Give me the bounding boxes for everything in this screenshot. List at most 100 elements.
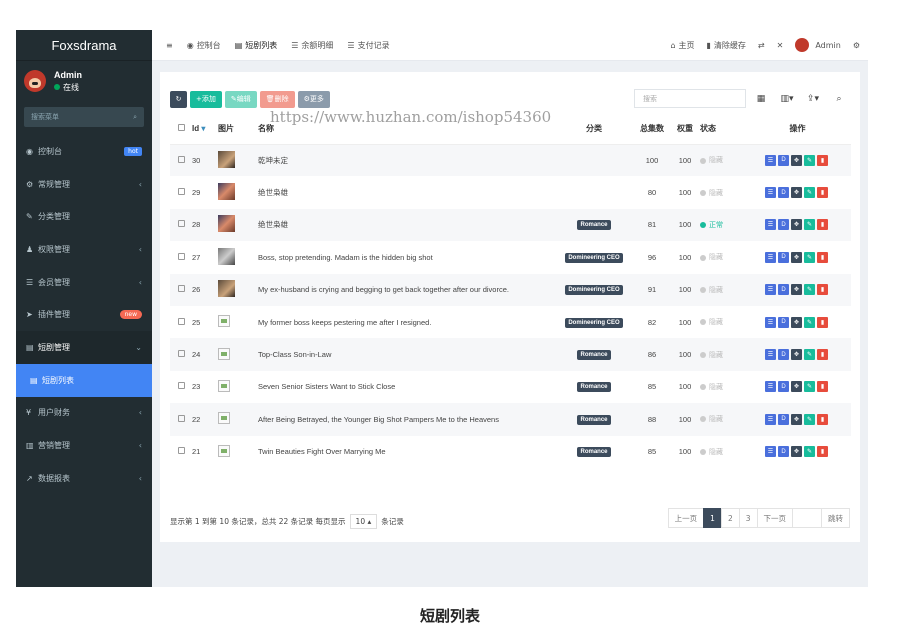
table-search-input[interactable]: 搜索	[634, 89, 746, 108]
add-button[interactable]: +添加	[190, 90, 222, 108]
edit-icon[interactable]: ✎	[804, 219, 815, 231]
sidebar-item[interactable]: ◉ 控制台 hot	[16, 135, 152, 168]
episodes-icon[interactable]: ☰	[765, 251, 776, 263]
drag-icon[interactable]: ✥	[791, 154, 802, 166]
delete-button[interactable]: 🗑删除	[259, 90, 295, 108]
delete-icon[interactable]: ▮	[817, 187, 828, 199]
episodes-icon[interactable]: ☰	[765, 284, 776, 296]
row-checkbox[interactable]	[177, 382, 185, 390]
drag-icon[interactable]: ✥	[791, 413, 802, 425]
detail-icon[interactable]: D	[778, 349, 789, 361]
tab-dashboard[interactable]: ◉ 控制台	[187, 40, 221, 51]
table-row[interactable]: 25 My former boss keeps pestering me afte…	[170, 306, 851, 338]
delete-icon[interactable]: ▮	[817, 413, 828, 425]
detail-icon[interactable]: D	[778, 154, 789, 166]
detail-icon[interactable]: D	[778, 251, 789, 263]
table-row[interactable]: 28 绝世枭雄 Romance 81 100 正常 ☰ D ✥ ✎ ▮	[170, 208, 851, 242]
header-id[interactable]: Id ▾	[192, 114, 218, 145]
episodes-icon[interactable]: ☰	[765, 219, 776, 231]
prev-page-button[interactable]: 上一页	[667, 508, 705, 528]
sidebar-item[interactable]: ⚙ 常规管理 ‹	[16, 168, 152, 201]
gears-icon[interactable]: ⚙	[853, 41, 860, 50]
sidebar-search-input[interactable]: 搜索菜单 ⌕	[24, 107, 144, 127]
edit-icon[interactable]: ✎	[804, 349, 815, 361]
detail-icon[interactable]: D	[778, 284, 789, 296]
page-1-button[interactable]: 1	[703, 508, 722, 528]
detail-icon[interactable]: D	[778, 219, 789, 231]
sidebar-item[interactable]: ▥ 营销管理 ‹	[16, 429, 152, 462]
row-checkbox[interactable]	[177, 252, 185, 260]
page-2-button[interactable]: 2	[720, 508, 740, 528]
table-row[interactable]: 27 Boss, stop pretending. Madam is the hi…	[170, 241, 851, 273]
more-button[interactable]: ⚙更多	[297, 90, 330, 108]
table-row[interactable]: 23 Seven Senior Sisters Want to Stick Clo…	[170, 371, 851, 403]
edit-icon[interactable]: ✎	[804, 154, 815, 166]
delete-icon[interactable]: ▮	[817, 284, 828, 296]
sidebar-item[interactable]: ✎ 分类管理	[16, 200, 152, 233]
fullscreen-icon[interactable]: ✕	[777, 41, 784, 50]
sidebar-item[interactable]: ♟ 权限管理 ‹	[16, 233, 152, 266]
sidebar-item[interactable]: ▤ 短剧管理 ⌄	[16, 331, 152, 364]
edit-icon[interactable]: ✎	[804, 251, 815, 263]
episodes-icon[interactable]: ☰	[765, 413, 776, 425]
jump-button[interactable]: 跳转	[821, 508, 850, 528]
next-page-button[interactable]: 下一页	[756, 508, 793, 528]
clear-cache-button[interactable]: ▮ 清除缓存	[707, 40, 746, 51]
edit-icon[interactable]: ✎	[804, 381, 815, 393]
sidebar-item[interactable]: ➤ 插件管理 new	[16, 298, 152, 331]
cover-image[interactable]	[218, 280, 235, 298]
cover-image[interactable]	[218, 183, 235, 201]
admin-menu[interactable]: Admin	[795, 38, 841, 52]
tab-balance-detail[interactable]: ☰ 余额明细	[291, 40, 333, 51]
row-checkbox[interactable]	[177, 188, 185, 196]
per-page-select[interactable]: 10 ▴	[349, 514, 378, 529]
export-icon[interactable]: ⇪▾	[802, 89, 824, 108]
sidebar-item[interactable]: ☰ 会员管理 ‹	[16, 266, 152, 299]
search-icon[interactable]: ⌕	[133, 113, 137, 122]
drag-icon[interactable]: ✥	[791, 446, 802, 458]
edit-icon[interactable]: ✎	[804, 316, 815, 328]
table-row[interactable]: 29 绝世枭雄 80 100 隐藏 ☰ D ✥ ✎ ▮	[170, 176, 851, 208]
drag-icon[interactable]: ✥	[791, 381, 802, 393]
drag-icon[interactable]: ✥	[791, 251, 802, 263]
episodes-icon[interactable]: ☰	[765, 381, 776, 393]
detail-icon[interactable]: D	[778, 413, 789, 425]
edit-button[interactable]: ✎编辑	[224, 90, 257, 108]
episodes-icon[interactable]: ☰	[765, 349, 776, 361]
row-checkbox[interactable]	[177, 414, 185, 422]
refresh-button[interactable]: ↻	[170, 90, 187, 108]
brand-logo[interactable]: Foxsdrama	[16, 30, 152, 61]
detail-icon[interactable]: D	[778, 187, 789, 199]
edit-icon[interactable]: ✎	[804, 284, 815, 296]
cover-image[interactable]	[218, 247, 235, 265]
table-row[interactable]: 26 My ex-husband is crying and begging to…	[170, 273, 851, 306]
table-row[interactable]: 21 Twin Beauties Fight Over Marrying Me Ro…	[170, 436, 851, 468]
sidebar-item[interactable]: ▤ 短剧列表	[16, 363, 152, 397]
detail-icon[interactable]: D	[778, 446, 789, 458]
edit-icon[interactable]: ✎	[804, 413, 815, 425]
sidebar-item[interactable]: ¥ 用户财务 ‹	[16, 397, 152, 430]
avatar[interactable]	[24, 70, 46, 92]
jump-page-input[interactable]	[792, 508, 822, 528]
table-row[interactable]: 22 After Being Betrayed, the Younger Big …	[170, 403, 851, 436]
delete-icon[interactable]: ▮	[817, 154, 828, 166]
row-checkbox[interactable]	[177, 285, 185, 293]
tab-drama-list[interactable]: ▤ 短剧列表	[235, 40, 278, 51]
delete-icon[interactable]: ▮	[817, 349, 828, 361]
select-all-checkbox[interactable]	[177, 124, 185, 132]
delete-icon[interactable]: ▮	[817, 446, 828, 458]
edit-icon[interactable]: ✎	[804, 187, 815, 199]
search-icon[interactable]: ⌕	[828, 89, 850, 108]
menu-toggle-icon[interactable]: ≡	[166, 41, 173, 50]
delete-icon[interactable]: ▮	[817, 219, 828, 231]
drag-icon[interactable]: ✥	[791, 187, 802, 199]
drag-icon[interactable]: ✥	[791, 284, 802, 296]
drag-icon[interactable]: ✥	[791, 316, 802, 328]
row-checkbox[interactable]	[177, 317, 185, 325]
edit-icon[interactable]: ✎	[804, 446, 815, 458]
drag-icon[interactable]: ✥	[791, 349, 802, 361]
delete-icon[interactable]: ▮	[817, 381, 828, 393]
episodes-icon[interactable]: ☰	[765, 316, 776, 328]
cover-image[interactable]	[218, 150, 235, 168]
detail-icon[interactable]: D	[778, 316, 789, 328]
